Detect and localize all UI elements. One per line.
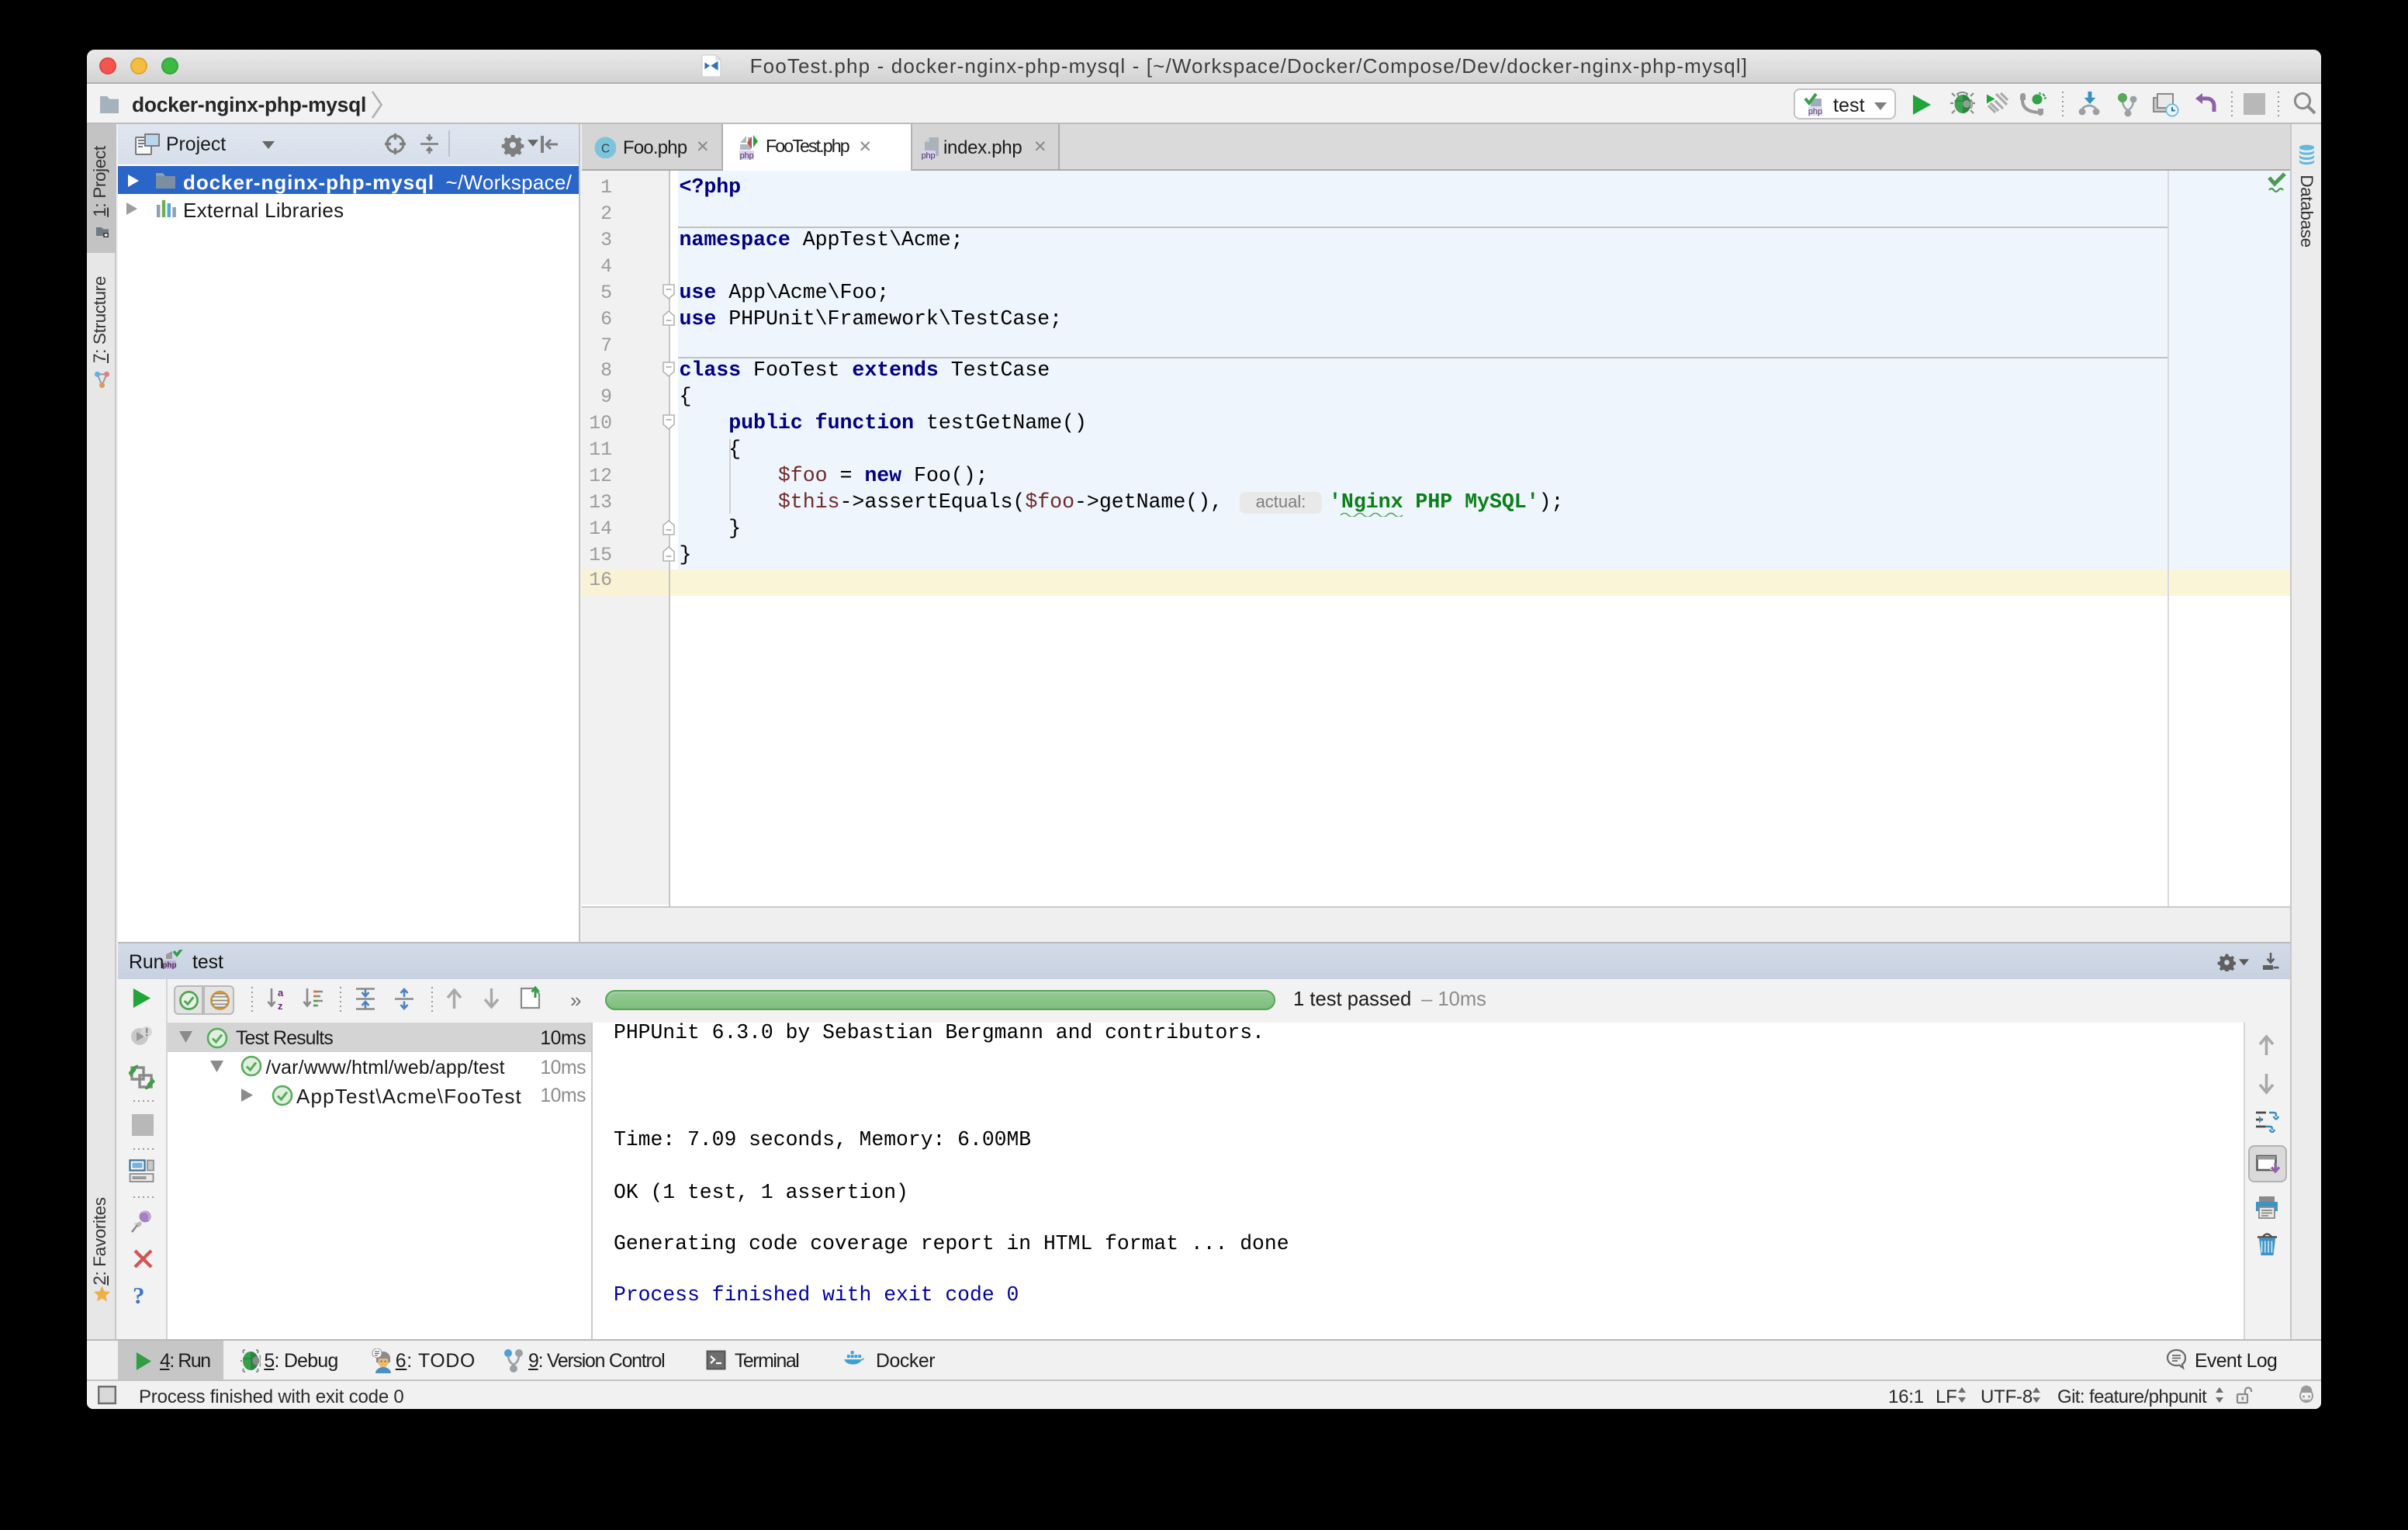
svg-text:php: php	[921, 151, 935, 160]
svg-text:php: php	[739, 151, 753, 160]
svg-text:z: z	[277, 1001, 282, 1012]
svg-text:a: a	[277, 988, 283, 999]
svg-text:C: C	[601, 142, 610, 155]
svg-text:php: php	[1808, 106, 1822, 116]
svg-text:php: php	[162, 962, 176, 971]
